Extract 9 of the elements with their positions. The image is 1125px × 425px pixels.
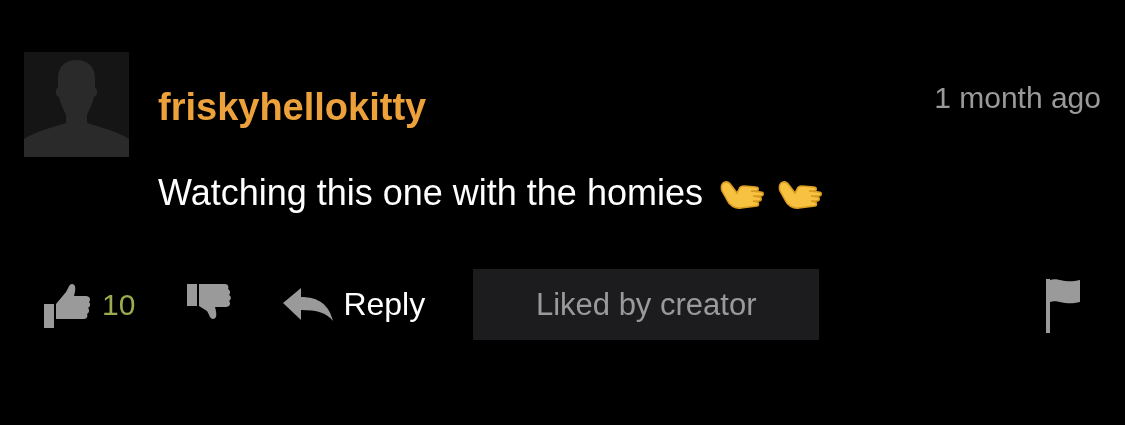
reply-arrow-icon [283, 287, 334, 322]
reply-button[interactable]: Reply [283, 286, 426, 323]
avatar-icon [24, 52, 129, 157]
flag-icon[interactable] [1045, 276, 1081, 333]
comment-text: Watching this one with the homies [158, 172, 703, 214]
timestamp: 1 month ago [934, 80, 1101, 115]
liked-by-creator-badge: Liked by creator [473, 269, 820, 340]
like-count: 10 [102, 287, 136, 322]
username[interactable]: friskyhellokitty [158, 86, 427, 129]
